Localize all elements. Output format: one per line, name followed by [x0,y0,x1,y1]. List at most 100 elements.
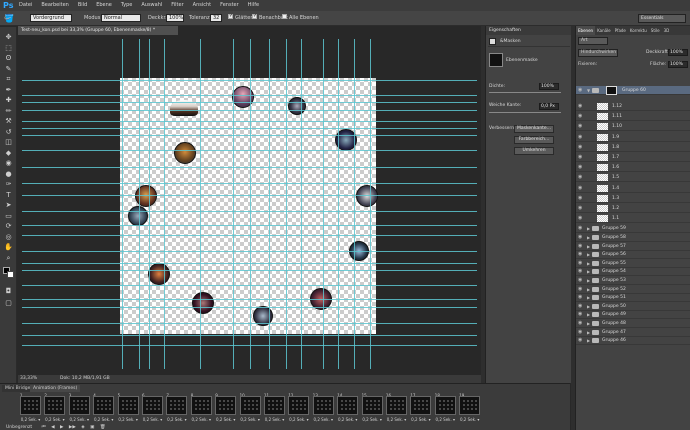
delete-frame-icon[interactable]: 🗑 [100,425,106,430]
photo-circle[interactable] [288,97,306,115]
menu-type[interactable]: Type [121,2,132,8]
tab-mini-bridge[interactable]: Mini Bridge [2,385,34,392]
3d-rotate-icon[interactable]: ⟳ [4,222,13,231]
mask-thumbnail[interactable] [489,53,503,67]
menu-bearbeiten[interactable]: Bearbeiten [41,2,68,8]
layer-name[interactable]: 1.3 [612,194,619,203]
eye-icon[interactable]: ◉ [578,214,584,223]
color-range-button[interactable]: Farbbereich... [514,136,554,144]
frame-delay[interactable]: 0,2 Sek. ▾ [20,417,41,422]
layer-row[interactable]: ◉ 1.6 [576,163,690,173]
pen-tool-icon[interactable]: ✑ [4,180,13,189]
frame-delay[interactable]: 0,2 Sek. ▾ [93,417,114,422]
hand-tool-icon[interactable]: ✋ [4,243,13,252]
photo-circle[interactable] [174,142,196,164]
quick-select-icon[interactable]: ✎ [4,65,13,74]
paint-bucket-icon[interactable]: ◆ [4,149,13,158]
layer-name[interactable]: 1.11 [612,112,622,121]
layer-row-group-selected[interactable]: ◉ ▼ Gruppe 60 [576,86,690,95]
layer-row[interactable]: ◉ 1.2 [576,204,690,213]
chevron-down-icon[interactable]: ▼ [587,86,590,95]
frame-delay[interactable]: 0,2 Sek. ▾ [459,417,480,422]
tab-kanäle[interactable]: Kanäle [595,26,613,35]
layer-row[interactable]: ◉ 1.3 [576,194,690,203]
chevron-right-icon[interactable]: ▶ [587,336,590,345]
frame-delay[interactable]: 0,2 Sek. ▾ [240,417,261,422]
layer-row[interactable]: ◉ 1.5 [576,173,690,183]
quick-mask-icon[interactable]: ◘ [4,287,13,296]
menu-fenster[interactable]: Fenster [220,2,239,8]
frame-delay[interactable]: 0,2 Sek. ▾ [166,417,187,422]
animation-frame[interactable] [312,396,334,415]
feather-input[interactable]: 0,0 Px [539,103,559,110]
eye-icon[interactable]: ◉ [578,153,584,162]
frame-delay[interactable]: 0,2 Sek. ▾ [410,417,431,422]
frame-delay[interactable]: 0,2 Sek. ▾ [288,417,309,422]
screen-mode-icon[interactable]: ▢ [4,299,13,308]
zoom-tool-icon[interactable]: ⌕ [4,254,13,263]
density-slider[interactable] [489,92,561,93]
paint-bucket-icon[interactable]: 🪣 [4,14,14,23]
animation-frame[interactable] [264,396,285,415]
history-brush-icon[interactable]: ↺ [4,128,13,137]
tolerance-input[interactable]: 32 [210,14,222,22]
play-icon[interactable]: ▶ [60,425,63,430]
frame-delay[interactable]: 0,2 Sek. ▾ [386,417,407,422]
fill-input[interactable]: 100% [668,61,688,68]
blend-mode-dropdown[interactable]: Hindurchwirken [578,49,618,57]
all-layers-checkbox[interactable]: Alle Ebenen [282,14,319,23]
layer-name[interactable]: 1.12 [612,102,622,111]
tab-animation-frames[interactable]: Animation (Frames) [30,385,81,392]
layer-row-group[interactable]: ◉ ▶ Gruppe 46 [576,336,690,346]
layer-name[interactable]: 1.5 [612,173,619,182]
layer-name[interactable]: Gruppe 60 [622,86,646,95]
marquee-tool-icon[interactable]: ⬚ [4,44,13,53]
smooth-checkbox[interactable]: Glätten [228,12,254,23]
lasso-tool-icon[interactable]: ʘ [4,54,13,63]
clone-stamp-icon[interactable]: ⚒ [4,117,13,126]
animation-frame[interactable] [386,396,407,415]
frame-delay[interactable]: 0,2 Sek. ▾ [69,417,90,422]
document-tab[interactable]: Test-neu_kon.psd bei 33,3% (Gruppe 60, E… [18,26,178,35]
frame-delay[interactable]: 0,2 Sek. ▾ [44,417,65,422]
layer-row[interactable]: ◉ 1.11 [576,112,690,122]
eye-icon[interactable]: ◉ [578,204,584,213]
layer-row[interactable]: ◉ 1.1 [576,214,690,224]
tab-stile[interactable]: Stile [649,26,662,35]
animation-frame[interactable] [142,396,163,415]
tab-pfade[interactable]: Pfade [613,26,628,35]
animation-frame[interactable] [20,396,41,415]
animation-frame[interactable] [117,396,139,415]
layer-row[interactable]: ◉ 1.7 [576,153,690,162]
invert-button[interactable]: Umkehren [514,147,554,155]
photo-circle[interactable] [356,185,378,207]
menu-auswahl[interactable]: Auswahl [141,2,162,8]
layer-name[interactable]: 1.7 [612,153,619,162]
frame-delay[interactable]: 0,2 Sek. ▾ [362,417,383,422]
frame-delay[interactable]: 0,2 Sek. ▾ [142,417,163,422]
mask-thumbnail[interactable] [606,86,617,95]
layer-name[interactable]: 1.2 [612,204,619,213]
prev-frame-icon[interactable]: ◀ [51,425,54,430]
path-select-icon[interactable]: ➤ [4,201,13,210]
next-frame-icon[interactable]: ▶▶ [69,425,76,430]
animation-frame[interactable] [410,396,432,415]
blur-tool-icon[interactable]: ◉ [4,159,13,168]
frame-delay[interactable]: 0,2 Sek. ▾ [118,417,139,422]
eye-icon[interactable]: ◉ [578,163,584,172]
animation-frame[interactable] [434,396,456,415]
eye-icon[interactable]: ◉ [578,133,584,142]
layer-filter-dropdown[interactable]: Art [578,37,608,45]
animation-frame[interactable] [44,396,66,415]
eye-icon[interactable]: ◉ [578,184,584,193]
eyedropper-icon[interactable]: ✒ [4,86,13,95]
animation-frame[interactable] [459,396,481,415]
animation-frame[interactable] [190,396,212,415]
eraser-tool-icon[interactable]: ◫ [4,138,13,147]
photo-circle[interactable] [192,292,214,314]
tab-3d[interactable]: 3D [662,26,672,35]
animation-frame[interactable] [361,396,383,415]
animation-frame[interactable] [337,396,359,415]
tab-korrektu[interactable]: Korrektu [628,26,649,35]
eye-icon[interactable]: ◉ [578,112,584,121]
